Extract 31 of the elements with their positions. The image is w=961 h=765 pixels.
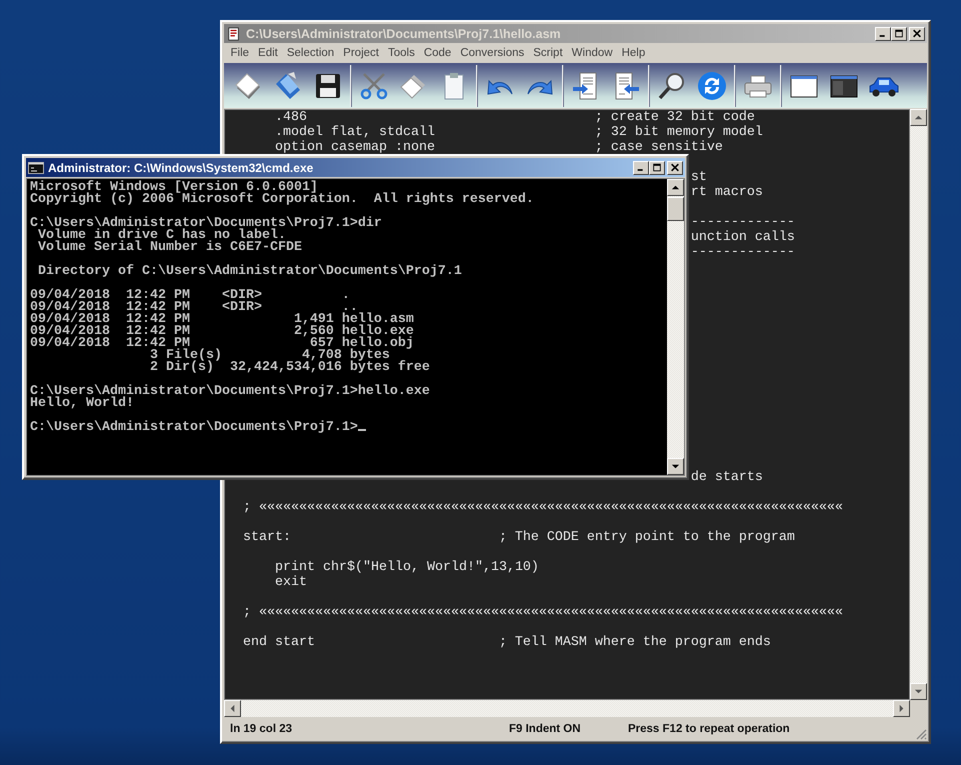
comment-text: ; 32 bit memory model xyxy=(594,126,763,138)
code-text: ------------- xyxy=(690,246,795,258)
code-text: rt macros xyxy=(690,186,763,198)
code-text: de starts xyxy=(690,472,763,484)
console-line: Hello, World! xyxy=(30,396,134,411)
console-line: Directory of C:\Users\Administrator\Documents\Proj7.1 xyxy=(36,264,462,279)
status-text: F9 Indent ON xyxy=(509,723,582,735)
status-text: Press F12 to repeat operation xyxy=(628,723,790,735)
code-text: start: xyxy=(243,532,291,544)
code-text: st xyxy=(690,172,707,184)
comment-text: ; case sensitive xyxy=(594,142,723,154)
comment-text: ; create 32 bit code xyxy=(594,112,755,124)
comment-text: ; The CODE entry point to the program xyxy=(498,532,795,544)
code-text: unction calls xyxy=(690,232,795,244)
code-text: .model flat, stdcall xyxy=(274,126,435,138)
status-text: ln 19 col 23 xyxy=(230,723,294,735)
console-line: Volume Serial Number is C6E7-CFDE xyxy=(36,240,302,255)
code-text: ; ««««««««««««««««««««««««««««««««««««««««««««««««««««««««««««««««««««««««« xyxy=(243,606,843,618)
console-line: 2 Dir(s) 32,424,534,016 bytes free xyxy=(148,360,430,375)
code-text: ------------- xyxy=(690,216,795,228)
console-line: C:\Users\Administrator\Documents\Proj7.1> xyxy=(30,420,358,435)
window-title: C:\Users\Administrator\Documents\Proj7.1\hello.asm xyxy=(246,26,561,40)
code-text: ; ««««««««««««««««««««««««««««««««««««««««««««««««««««««««««««««««««««««««« xyxy=(243,502,843,514)
code-text: end start xyxy=(243,636,315,648)
code-text: exit xyxy=(274,576,307,588)
code-text: option casemap :none xyxy=(274,142,435,154)
window-title: Administrator: C:\Windows\System32\cmd.exe xyxy=(48,160,314,174)
comment-text: ; Tell MASM where the program ends xyxy=(498,636,771,648)
console-line: Copyright (c) 2006 Microsoft Corporation. All rights reserved. xyxy=(30,192,534,207)
code-text: print chr$("Hello, World!",13,10) xyxy=(274,562,539,574)
code-text: .486 xyxy=(274,112,307,124)
